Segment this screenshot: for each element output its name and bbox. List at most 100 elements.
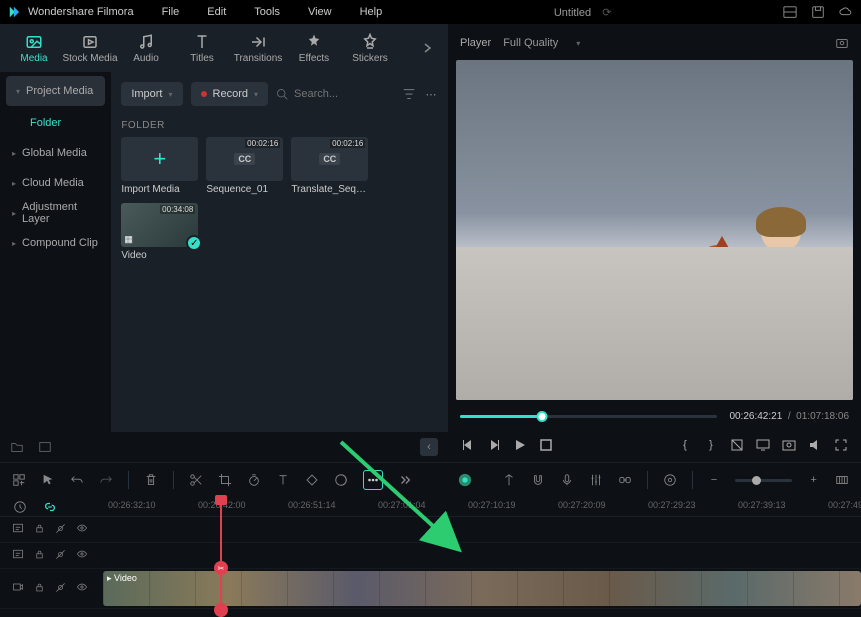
mark-in-icon[interactable] xyxy=(729,437,745,453)
tl-zoom-in-icon[interactable]: + xyxy=(807,472,820,488)
camera-icon[interactable] xyxy=(781,437,797,453)
tab-transitions[interactable]: Transitions xyxy=(230,24,286,72)
menu-tools[interactable]: Tools xyxy=(254,6,280,18)
filter-icon[interactable] xyxy=(402,87,416,101)
project-title: Untitled xyxy=(554,7,591,19)
tab-effects[interactable]: Effects xyxy=(286,24,342,72)
cut-marker-icon[interactable]: ✂ xyxy=(214,561,228,575)
translate-sequence-thumb[interactable]: 00:02:16CC Translate_Seque... xyxy=(291,137,368,195)
playhead[interactable] xyxy=(220,497,222,617)
tab-titles[interactable]: Titles xyxy=(174,24,230,72)
tl-caption-icon[interactable] xyxy=(363,470,383,490)
brace-open-icon[interactable]: { xyxy=(677,437,693,453)
scrubber[interactable]: 00:26:42:21 / 01:07:18:06 xyxy=(456,404,853,428)
media-content: Import▾ Record▾ ⋯ FOLDER + Import Media xyxy=(111,72,448,432)
tl-clock-icon[interactable] xyxy=(12,499,28,515)
sidebar-compound-clip[interactable]: ▸Compound Clip xyxy=(0,228,111,258)
next-frame-icon[interactable] xyxy=(486,437,502,453)
tl-mic-icon[interactable] xyxy=(560,472,574,488)
prev-frame-icon[interactable] xyxy=(460,437,476,453)
tl-mixer-icon[interactable] xyxy=(589,472,603,488)
tl-redo-icon[interactable] xyxy=(99,472,113,488)
tl-split-icon[interactable] xyxy=(189,472,203,488)
zoom-slider[interactable] xyxy=(735,479,792,482)
volume-icon[interactable] xyxy=(807,437,823,453)
timeline-ruler[interactable]: 00:26:32:10 00:26:42:00 00:26:51:14 00:2… xyxy=(0,497,861,517)
track-eye-icon[interactable] xyxy=(76,522,88,537)
search-input[interactable] xyxy=(294,88,394,100)
tl-fit-icon[interactable] xyxy=(835,472,849,488)
sidebar-adjustment-layer[interactable]: ▸Adjustment Layer xyxy=(0,198,111,228)
tl-marker-icon[interactable] xyxy=(502,472,516,488)
sequence-thumb[interactable]: 00:02:16CC Sequence_01 xyxy=(206,137,283,195)
tl-more-icon[interactable] xyxy=(398,472,412,488)
sidebar-cloud-media[interactable]: ▸Cloud Media xyxy=(0,168,111,198)
track-eye-icon[interactable] xyxy=(76,548,88,563)
cloud-icon[interactable] xyxy=(839,5,853,19)
snapshot-icon[interactable] xyxy=(835,36,849,50)
track-lock-icon[interactable] xyxy=(34,549,45,563)
tab-stock-media[interactable]: Stock Media xyxy=(62,24,118,72)
tl-ai-icon[interactable] xyxy=(458,472,472,488)
quality-dropdown[interactable]: Full Quality▾ xyxy=(503,37,580,49)
sidebar-project-label: Project Media xyxy=(26,85,93,97)
brace-close-icon[interactable]: } xyxy=(703,437,719,453)
preview-viewport[interactable] xyxy=(456,60,853,400)
fullscreen-icon[interactable] xyxy=(833,437,849,453)
tl-color-icon[interactable] xyxy=(334,472,348,488)
more-icon[interactable]: ⋯ xyxy=(424,87,438,101)
video-clip[interactable]: ▸ Video xyxy=(103,571,861,606)
new-folder-icon[interactable] xyxy=(10,440,24,454)
import-button[interactable]: Import▾ xyxy=(121,82,182,106)
search-field[interactable] xyxy=(276,88,394,100)
track-text-2 xyxy=(0,543,861,569)
sidebar-global-media[interactable]: ▸Global Media xyxy=(0,138,111,168)
tl-magnet-icon[interactable] xyxy=(531,472,545,488)
tab-audio[interactable]: Audio xyxy=(118,24,174,72)
tl-undo-icon[interactable] xyxy=(70,472,84,488)
sidebar-project-media[interactable]: ▾Project Media xyxy=(6,76,105,106)
menu-edit[interactable]: Edit xyxy=(207,6,226,18)
tl-link-icon[interactable] xyxy=(42,499,58,515)
record-button[interactable]: Record▾ xyxy=(191,82,268,106)
layout-icon[interactable] xyxy=(783,5,797,19)
tl-keyframe-icon[interactable] xyxy=(305,472,319,488)
tl-pointer-icon[interactable] xyxy=(41,472,55,488)
tl-delete-icon[interactable] xyxy=(144,472,158,488)
title-bar: Wondershare Filmora File Edit Tools View… xyxy=(0,0,861,24)
sidebar-folder[interactable]: Folder xyxy=(0,108,111,138)
tab-stickers[interactable]: Stickers xyxy=(342,24,398,72)
video-thumb[interactable]: 00:34:08▦✓ Video xyxy=(121,203,198,261)
menu-file[interactable]: File xyxy=(162,6,180,18)
tl-crop-icon[interactable] xyxy=(218,472,232,488)
tl-zoom-out-icon[interactable]: − xyxy=(707,472,720,488)
track-mute-icon[interactable] xyxy=(55,549,66,563)
display-icon[interactable] xyxy=(755,437,771,453)
track-eye-icon[interactable] xyxy=(76,581,88,596)
menu-bar: File Edit Tools View Help xyxy=(162,6,383,18)
tl-add-icon[interactable] xyxy=(12,472,26,488)
menu-help[interactable]: Help xyxy=(360,6,383,18)
menu-view[interactable]: View xyxy=(308,6,332,18)
track-mute-icon[interactable] xyxy=(55,523,66,537)
tabs-more-icon[interactable] xyxy=(412,42,442,54)
tab-media[interactable]: Media xyxy=(6,24,62,72)
tl-link2-icon[interactable] xyxy=(618,472,632,488)
tl-speed-icon[interactable] xyxy=(247,472,261,488)
stop-icon[interactable] xyxy=(538,437,554,453)
track-lock-icon[interactable] xyxy=(34,523,45,537)
tl-render-icon[interactable] xyxy=(663,472,677,488)
save-icon[interactable] xyxy=(811,5,825,19)
tick: 00:27:49:04 xyxy=(828,500,861,510)
scrub-track[interactable] xyxy=(460,415,717,418)
track-lock-icon[interactable] xyxy=(34,582,45,596)
fox-illustration xyxy=(535,215,735,305)
new-bin-icon[interactable] xyxy=(38,440,52,454)
collapse-icon[interactable]: ‹ xyxy=(420,438,438,456)
tl-text-icon[interactable] xyxy=(276,472,290,488)
scrub-handle[interactable] xyxy=(537,411,548,422)
video-track-content[interactable]: ▸ Video ✂ xyxy=(100,569,861,608)
play-icon[interactable] xyxy=(512,437,528,453)
import-media-thumb[interactable]: + Import Media xyxy=(121,137,198,195)
track-mute-icon[interactable] xyxy=(55,582,66,596)
